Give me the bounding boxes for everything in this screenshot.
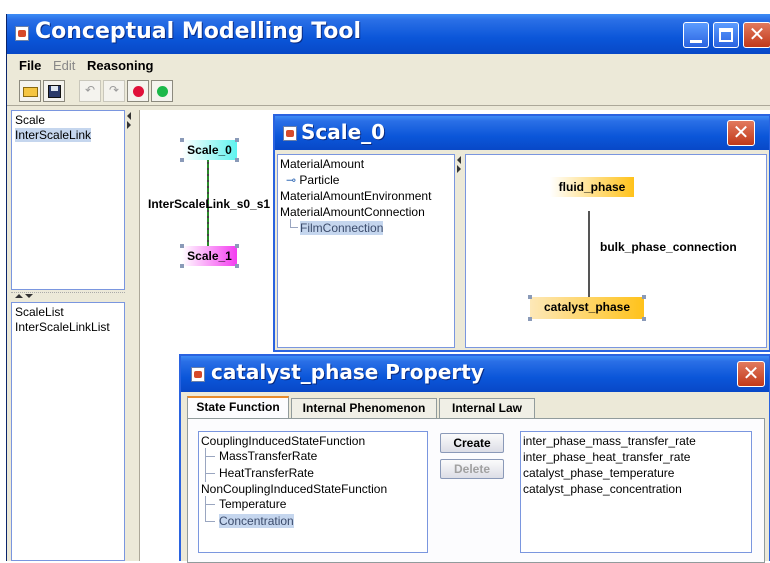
list-item[interactable]: inter_phase_mass_transfer_rate	[523, 434, 696, 448]
java-cup-icon	[15, 26, 29, 41]
collapse-up-icon[interactable]	[15, 294, 23, 298]
main-title-bar[interactable]: Conceptual Modelling Tool ✕	[7, 14, 770, 54]
element-type-list: Scale InterScaleLink	[11, 110, 125, 290]
tab-internal-law[interactable]: Internal Law	[439, 398, 535, 418]
maximize-button[interactable]	[713, 22, 739, 48]
app-title: Conceptual Modelling Tool	[35, 19, 362, 44]
redo-button[interactable]: ↷	[103, 80, 125, 102]
expand-down-icon[interactable]	[25, 294, 33, 298]
property-window-title: catalyst_phase Property	[211, 360, 484, 384]
tab-content: CouplingInducedStateFunction MassTransfe…	[187, 418, 765, 563]
tab-state-function[interactable]: State Function	[187, 396, 289, 418]
open-button[interactable]	[19, 80, 41, 102]
list-item[interactable]: catalyst_phase_concentration	[523, 482, 682, 496]
list-item-interscalelinklist[interactable]: InterScaleLinkList	[15, 320, 110, 334]
property-window-title-bar[interactable]: catalyst_phase Property ✕	[181, 356, 769, 392]
expand-right-icon[interactable]	[127, 121, 131, 129]
scale-tree-panel: MaterialAmount ⊸ Particle MaterialAmount…	[277, 154, 455, 348]
list-item[interactable]: inter_phase_heat_transfer_rate	[523, 450, 690, 464]
bulk-phase-connection-label[interactable]: bulk_phase_connection	[600, 237, 737, 257]
tree-node-heattransferrate[interactable]: HeatTransferRate	[219, 466, 314, 480]
menu-edit[interactable]: Edit	[53, 58, 75, 73]
interscale-link-label[interactable]: InterScaleLink_s0_s1	[148, 194, 270, 214]
tab-internal-phenomenon[interactable]: Internal Phenomenon	[291, 398, 437, 418]
tree-node-masstransferrate[interactable]: MassTransferRate	[219, 449, 317, 463]
list-item[interactable]: catalyst_phase_temperature	[523, 466, 674, 480]
create-button[interactable]: Create	[440, 433, 504, 453]
undo-button[interactable]: ↶	[79, 80, 101, 102]
list-type-list: ScaleList InterScaleLinkList	[11, 302, 125, 561]
green-circle-icon	[157, 86, 168, 97]
delete-button[interactable]: Delete	[440, 459, 504, 479]
java-cup-icon	[283, 126, 297, 141]
scale-window: Scale_0 ✕ MaterialAmount ⊸ Particle Mate…	[273, 114, 770, 352]
state-function-list: inter_phase_mass_transfer_rate inter_pha…	[520, 431, 752, 553]
tree-node-concentration[interactable]: Concentration	[219, 514, 294, 528]
scale-window-close-button[interactable]: ✕	[727, 120, 755, 146]
property-window: catalyst_phase Property ✕ State Function…	[179, 354, 770, 563]
state-function-tree: CouplingInducedStateFunction MassTransfe…	[198, 431, 428, 553]
node-scale-1[interactable]: Scale_1	[182, 246, 237, 266]
vertical-splitter[interactable]	[125, 110, 135, 561]
folder-open-icon	[23, 87, 38, 97]
collapse-left-icon[interactable]	[457, 156, 461, 164]
list-item-scale[interactable]: Scale	[15, 113, 45, 127]
tab-strip: State Function Internal Phenomenon Inter…	[187, 396, 765, 420]
scale-window-title: Scale_0	[301, 120, 386, 144]
horizontal-splitter[interactable]	[11, 292, 125, 300]
tree-node-materialamountconnection[interactable]: MaterialAmountConnection	[280, 205, 425, 219]
minimize-icon	[690, 40, 702, 43]
tree-node-filmconnection[interactable]: FilmConnection	[300, 221, 384, 235]
node-fluid-phase[interactable]: fluid_phase	[550, 177, 634, 197]
close-icon: ✕	[748, 22, 766, 46]
menu-file[interactable]: File	[19, 58, 41, 73]
menu-reasoning[interactable]: Reasoning	[87, 58, 153, 73]
key-icon: ⊸	[286, 173, 297, 187]
scale-window-splitter[interactable]	[455, 154, 465, 348]
main-window: Conceptual Modelling Tool ✕ File Edit Re…	[6, 14, 770, 563]
tree-node-materialamountenvironment[interactable]: MaterialAmountEnvironment	[280, 189, 431, 203]
expand-right-icon[interactable]	[457, 165, 461, 173]
minimize-button[interactable]	[683, 22, 709, 48]
node-scale-0[interactable]: Scale_0	[182, 140, 237, 160]
list-item-scalelist[interactable]: ScaleList	[15, 305, 64, 319]
menu-bar: File Edit Reasoning	[7, 54, 770, 76]
tree-node-particle[interactable]: ⊸ Particle	[286, 173, 339, 187]
collapse-left-icon[interactable]	[127, 112, 131, 120]
java-cup-icon	[191, 367, 205, 382]
tree-node-materialamount[interactable]: MaterialAmount	[280, 157, 364, 171]
red-circle-icon	[133, 86, 144, 97]
tree-node-couplinginduced[interactable]: CouplingInducedStateFunction	[201, 434, 365, 448]
scale-graph-canvas[interactable]: fluid_phase bulk_phase_connection cataly…	[465, 154, 767, 348]
close-icon: ✕	[732, 120, 750, 144]
save-button[interactable]	[43, 80, 65, 102]
property-window-close-button[interactable]: ✕	[737, 361, 765, 387]
list-item-interscalelink[interactable]: InterScaleLink	[15, 128, 92, 142]
toolbar: ↶ ↷	[7, 76, 770, 106]
undo-icon: ↶	[85, 83, 96, 97]
close-icon: ✕	[742, 361, 760, 385]
scale-window-title-bar[interactable]: Scale_0 ✕	[275, 116, 769, 150]
tree-node-noncouplinginduced[interactable]: NonCouplingInducedStateFunction	[201, 482, 387, 496]
run-button[interactable]	[151, 80, 173, 102]
bulk-phase-edge[interactable]	[588, 211, 590, 303]
maximize-icon	[719, 28, 733, 42]
stop-button[interactable]	[127, 80, 149, 102]
close-button[interactable]: ✕	[743, 22, 770, 48]
node-catalyst-phase[interactable]: catalyst_phase	[530, 297, 644, 319]
tree-node-temperature[interactable]: Temperature	[219, 497, 286, 511]
redo-icon: ↷	[109, 83, 120, 97]
